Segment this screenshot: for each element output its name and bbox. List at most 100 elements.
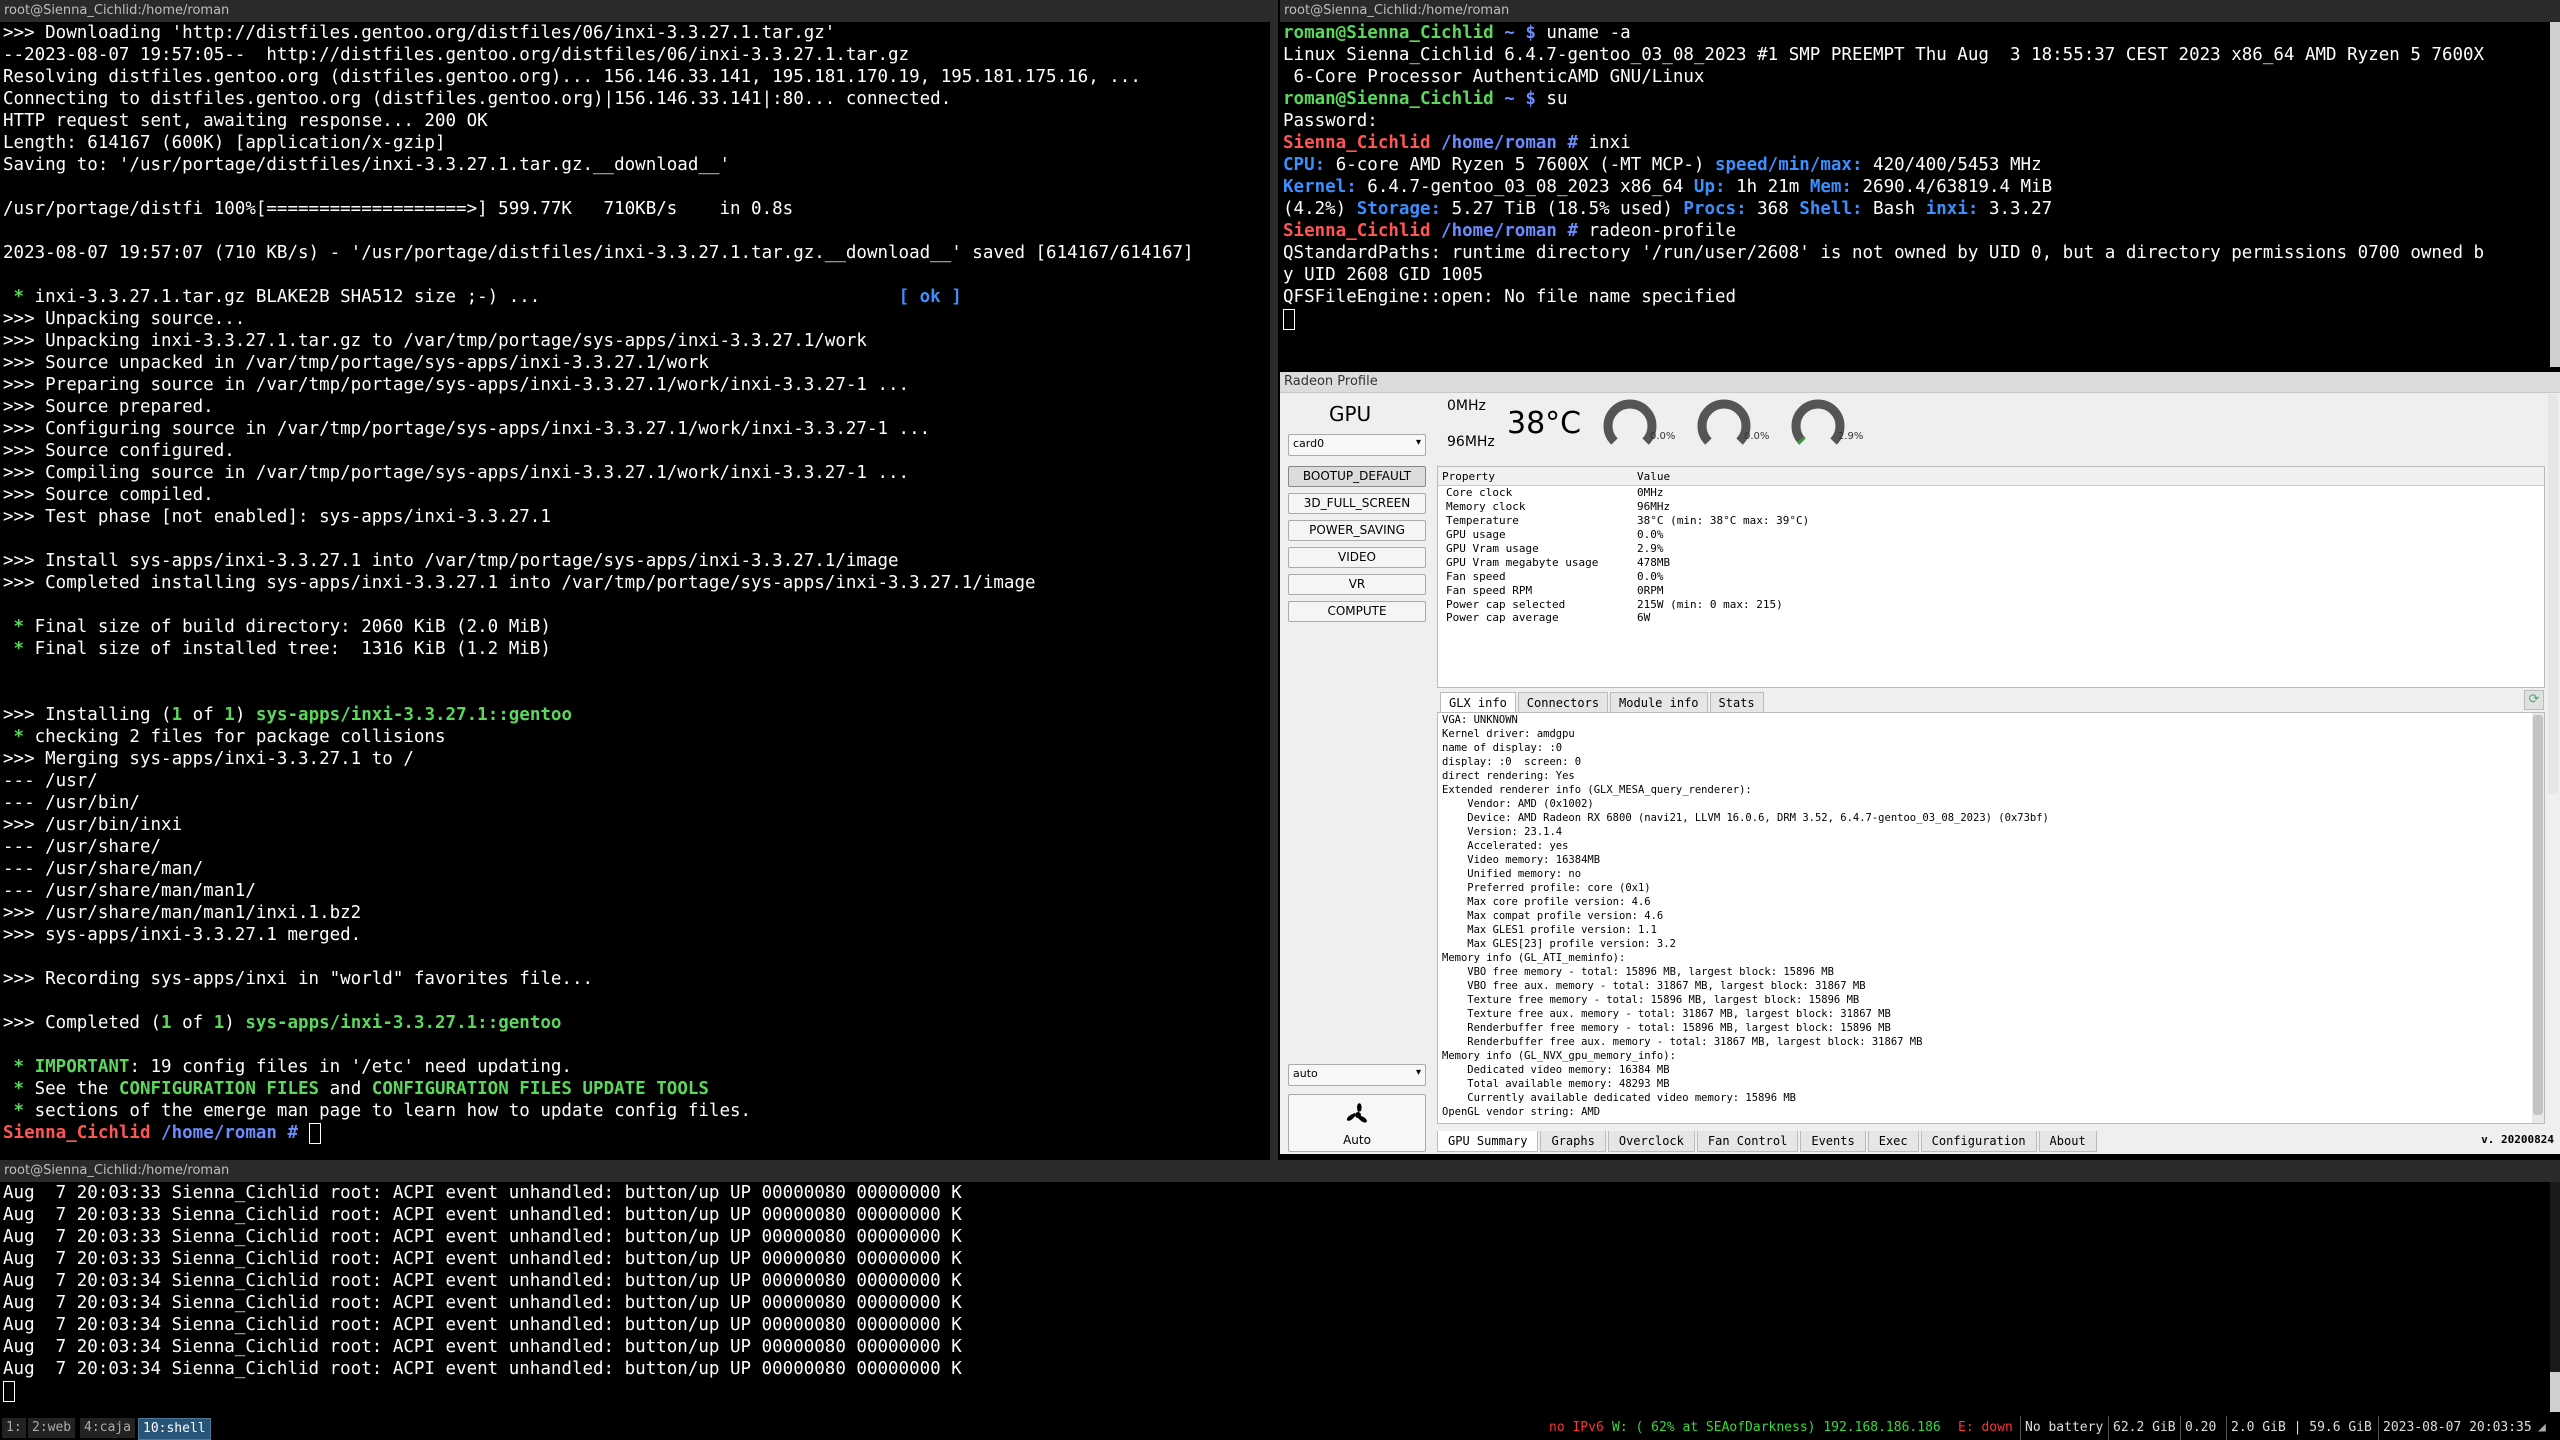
terminal-text: radeon-profile bbox=[1588, 221, 1737, 241]
tab-overclock[interactable]: Overclock bbox=[1607, 1131, 1695, 1152]
chevron-down-icon: ▾ bbox=[1415, 437, 1421, 448]
terminal-text: HTTP request sent, awaiting response... … bbox=[3, 111, 488, 131]
workspace-button[interactable]: 1: bbox=[2, 1418, 26, 1438]
terminal-text: * bbox=[3, 1057, 35, 1077]
tab-graphs[interactable]: Graphs bbox=[1540, 1131, 1606, 1152]
profile-button-bootup-default[interactable]: BOOTUP_DEFAULT bbox=[1288, 466, 1426, 487]
profile-button-vr[interactable]: VR bbox=[1288, 574, 1426, 595]
property-value: 38°C (min: 38°C max: 39°C) bbox=[1637, 514, 1810, 528]
gauge-arc bbox=[1791, 399, 1845, 445]
property-row[interactable]: GPU Vram usage 2.9% bbox=[1438, 542, 2544, 556]
left-terminal-window[interactable]: root@Sienna_Cichlid:/home/roman >>> Down… bbox=[0, 0, 1270, 1160]
terminal-text: /usr/portage/distfi 100%[===============… bbox=[3, 199, 794, 219]
terminal-output[interactable]: Aug 7 20:03:33 Sienna_Cichlid root: ACPI… bbox=[0, 1182, 2560, 1402]
glx-info-panel[interactable]: VGA: UNKNOWN Kernel driver: amdgpu name of… bbox=[1437, 712, 2545, 1124]
property-row[interactable]: Core clock 0MHz bbox=[1438, 486, 2544, 500]
tab-about[interactable]: About bbox=[2038, 1131, 2097, 1152]
battery-status: No battery bbox=[2020, 1416, 2103, 1440]
gauge-fill bbox=[1796, 436, 1806, 445]
tab-fan-control[interactable]: Fan Control bbox=[1696, 1131, 1799, 1152]
terminal-line: --- /usr/share/man/ bbox=[3, 858, 1267, 880]
column-header-value[interactable]: Value bbox=[1633, 467, 2544, 486]
glx-scrollbar-thumb[interactable] bbox=[2533, 715, 2543, 1115]
glx-info-line: Device: AMD Radeon RX 6800 (navi21, LLVM… bbox=[1442, 812, 2049, 824]
fan-mode-select[interactable]: auto ▾ bbox=[1288, 1064, 1426, 1086]
terminal-scrollbar[interactable] bbox=[2550, 22, 2560, 367]
terminal-output[interactable]: roman@Sienna_Cichlid ~ $ uname -a Linux S… bbox=[1280, 22, 2560, 330]
workspace-button[interactable]: 4:caja bbox=[80, 1418, 135, 1438]
terminal-text: 6.4.7-gentoo_03_08_2023 x86_64 bbox=[1356, 177, 1694, 197]
glx-info-line: OpenGL vendor string: AMD bbox=[1442, 1106, 1601, 1118]
tab-module-info[interactable]: Module info bbox=[1610, 692, 1708, 713]
terminal-text: su bbox=[1546, 89, 1568, 109]
right-terminal-window[interactable]: root@Sienna_Cichlid:/home/roman roman@Si… bbox=[1280, 0, 2560, 370]
glx-info-line: Texture free memory - total: 15896 MB, l… bbox=[1442, 994, 1860, 1006]
terminal-text: >>> Recording sys-apps/inxi in "world" f… bbox=[3, 969, 594, 989]
summary-scrollbar[interactable] bbox=[2548, 394, 2558, 794]
terminal-scrollbar[interactable] bbox=[2550, 1182, 2560, 1412]
glx-info-line: Extended renderer info (GLX_MESA_query_r… bbox=[1442, 784, 1752, 796]
tab-glx-info[interactable]: GLX info bbox=[1440, 692, 1516, 713]
tab-gpu-summary[interactable]: GPU Summary bbox=[1437, 1131, 1539, 1152]
tab-stats[interactable]: Stats bbox=[1709, 692, 1764, 713]
terminal-cursor bbox=[3, 1380, 15, 1402]
property-name: Memory clock bbox=[1446, 500, 1526, 514]
property-row[interactable]: GPU usage 0.0% bbox=[1438, 528, 2544, 542]
terminal-output[interactable]: >>> Downloading 'http://distfiles.gentoo… bbox=[0, 22, 1270, 1144]
property-row[interactable]: Temperature 38°C (min: 38°C max: 39°C) bbox=[1438, 514, 2544, 528]
terminal-text: sys-apps/inxi-3.3.27.1::gentoo bbox=[255, 705, 572, 725]
terminal-text: >>> Unpacking source... bbox=[3, 309, 246, 329]
property-name: GPU Vram megabyte usage bbox=[1446, 555, 1599, 569]
property-row[interactable]: Fan speed RPM 0RPM bbox=[1438, 583, 2544, 597]
terminal-text: y UID 2608 GID 1005 bbox=[1283, 265, 1484, 285]
tab-configuration[interactable]: Configuration bbox=[1920, 1131, 2037, 1152]
profile-button-power-saving[interactable]: POWER_SAVING bbox=[1288, 520, 1426, 541]
bottom-terminal-window[interactable]: root@Sienna_Cichlid:/home/roman Aug 7 20… bbox=[0, 1160, 2560, 1414]
terminal-text: [ ok ] bbox=[898, 287, 962, 307]
terminal-text: 6-core AMD Ryzen 5 7600X (-MT MCP-) bbox=[1325, 155, 1715, 175]
workspace-button[interactable]: 10:shell bbox=[138, 1418, 211, 1440]
log-line: Aug 7 20:03:33 Sienna_Cichlid root: ACPI… bbox=[3, 1249, 962, 1269]
terminal-text: --- /usr/share/ bbox=[3, 837, 162, 857]
terminal-text: QStandardPaths: runtime directory '/run/… bbox=[1283, 243, 2485, 263]
profile-button-video[interactable]: VIDEO bbox=[1288, 547, 1426, 568]
terminal-text: >>> Source unpacked in /var/tmp/portage/… bbox=[3, 353, 709, 373]
property-row[interactable]: GPU Vram megabyte usage 478MB bbox=[1438, 555, 2544, 569]
workspace-button[interactable]: 2:web bbox=[28, 1418, 76, 1438]
terminal-text: Connecting to distfiles.gentoo.org (dist… bbox=[3, 89, 952, 109]
terminal-text: --- /usr/bin/ bbox=[3, 793, 140, 813]
terminal-text: * bbox=[3, 1079, 35, 1099]
glx-scrollbar[interactable] bbox=[2532, 713, 2544, 1123]
terminal-cursor bbox=[308, 1122, 321, 1144]
tab-exec[interactable]: Exec bbox=[1867, 1131, 1919, 1152]
card-select[interactable]: card0 ▾ bbox=[1288, 434, 1426, 456]
fan-icon bbox=[1346, 1103, 1367, 1123]
usage-gauge: 2.9% bbox=[1790, 396, 1863, 454]
fan-button[interactable]: Auto bbox=[1288, 1094, 1426, 1152]
profile-button-compute[interactable]: COMPUTE bbox=[1288, 601, 1426, 622]
property-row[interactable]: Memory clock 96MHz bbox=[1438, 500, 2544, 514]
column-header-property[interactable]: Property bbox=[1438, 467, 1633, 486]
tray-icon[interactable]: ◢ bbox=[2538, 1416, 2546, 1440]
tab-connectors[interactable]: Connectors bbox=[1517, 692, 1609, 713]
property-row[interactable]: Power cap average 6W bbox=[1438, 611, 2544, 625]
terminal-text: ) bbox=[234, 705, 256, 725]
properties-table: Property Value Core clock 0MHz Memory cloc… bbox=[1437, 466, 2545, 688]
glx-info-line: Vendor: AMD (0x1002) bbox=[1442, 798, 1594, 810]
refresh-icon[interactable]: ⟳ bbox=[2524, 690, 2544, 710]
tab-events[interactable]: Events bbox=[1800, 1131, 1866, 1152]
property-row[interactable]: Power cap selected 215W (min: 0 max: 215) bbox=[1438, 597, 2544, 611]
terminal-line: QStandardPaths: runtime directory '/run/… bbox=[1283, 242, 2557, 264]
usage-gauge: 0.0% bbox=[1602, 396, 1675, 454]
glx-info-line: Max GLES[23] profile version: 3.2 bbox=[1442, 938, 1676, 950]
profile-button-3d-full-screen[interactable]: 3D_FULL_SCREEN bbox=[1288, 493, 1426, 514]
property-row[interactable]: Fan speed 0.0% bbox=[1438, 569, 2544, 583]
log-line: Aug 7 20:03:33 Sienna_Cichlid root: ACPI… bbox=[3, 1227, 962, 1247]
memory-status: 2.0 GiB | 59.6 GiB bbox=[2226, 1416, 2372, 1440]
glx-info-line: direct rendering: Yes bbox=[1442, 770, 1575, 782]
terminal-line: Length: 614167 (600K) [application/x-gzi… bbox=[3, 132, 1267, 154]
terminal-line: >>> /usr/share/man/man1/inxi.1.bz2 bbox=[3, 902, 1267, 924]
terminal-line: --2023-08-07 19:57:05-- http://distfiles… bbox=[3, 44, 1267, 66]
